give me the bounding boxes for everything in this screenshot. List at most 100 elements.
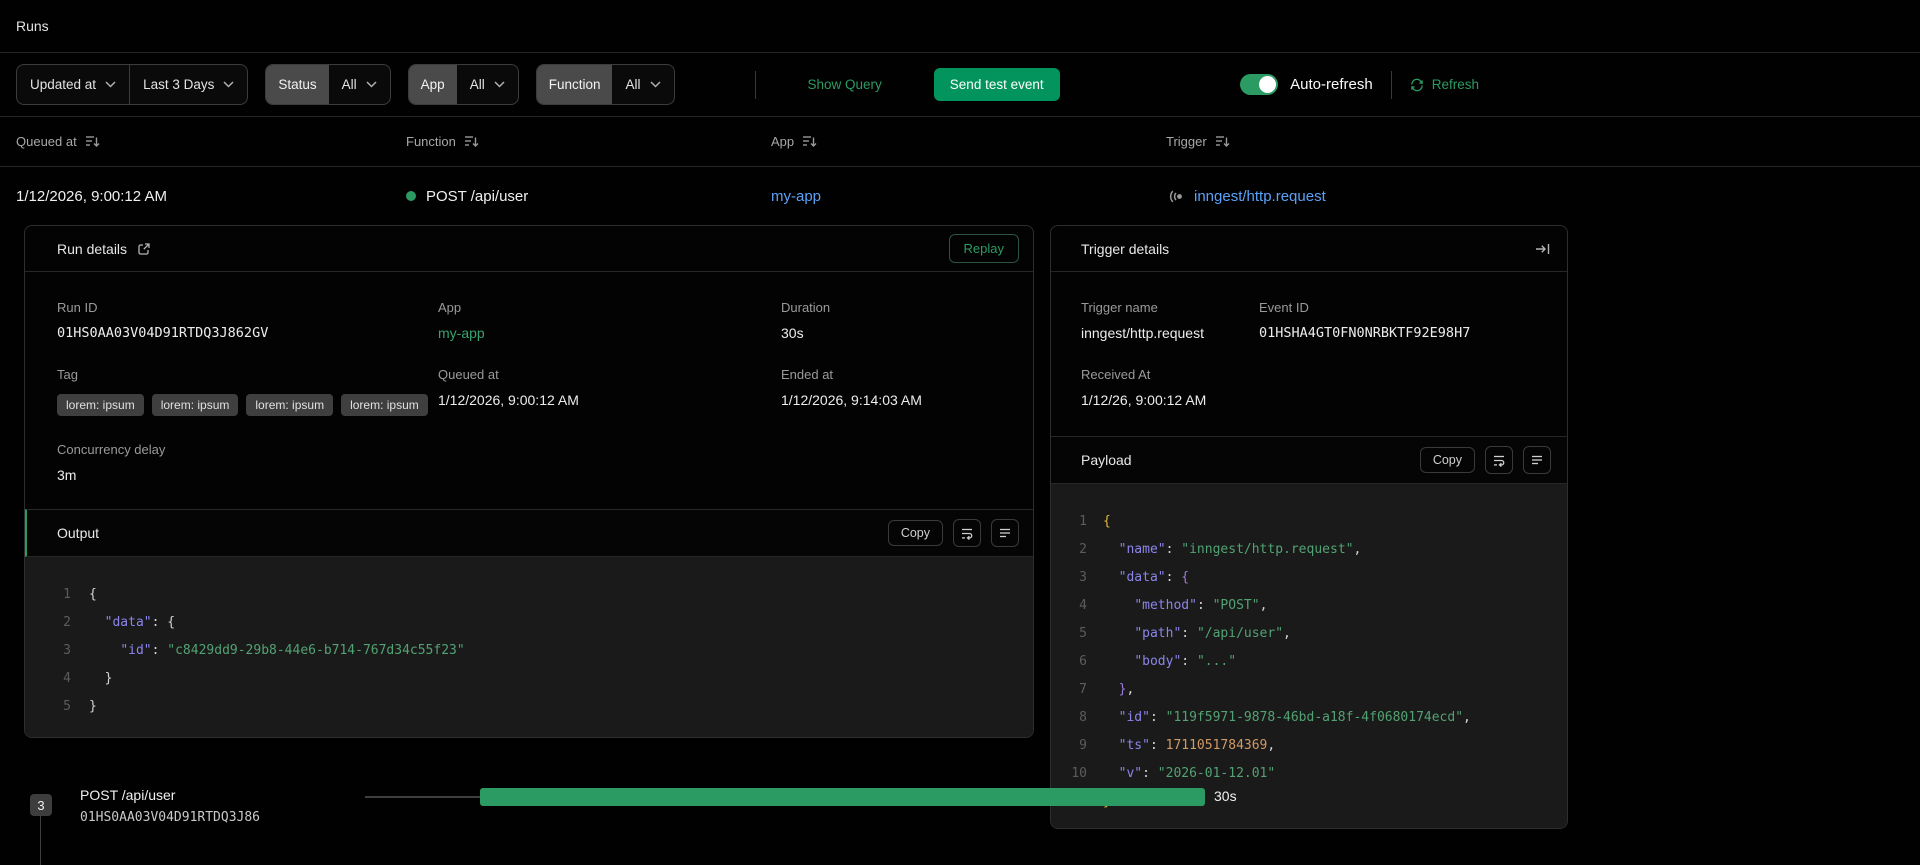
code-line: 8 "id": "119f5971-9878-46bd-a18f-4f06801… [1079,710,1471,725]
timeline-duration-bar[interactable] [480,788,1205,806]
col-header-function[interactable]: Function [406,134,771,149]
chevron-down-icon [494,81,505,88]
copy-payload-button[interactable]: Copy [1419,447,1475,473]
run-details-card: Run details Replay Run ID 01HS0AA03V04D9… [24,225,1034,738]
timeline-connector-line [365,796,480,798]
external-link-icon[interactable] [137,242,151,256]
field-event-id: Event ID 01HSHA4GT0FN0NRBKTF92E98H7 [1259,300,1537,341]
step-count-badge[interactable]: 3 [30,794,52,816]
field-ended-at: Ended at 1/12/2026, 9:14:03 AM [781,367,1001,416]
col-header-app[interactable]: App [771,134,1166,149]
code-line: 2 "data": { [63,615,176,630]
runs-table-header: Queued at Function App Trigger [0,117,1920,167]
chevron-down-icon [105,81,116,88]
col-label: Trigger [1166,134,1207,149]
chevron-down-icon [366,81,377,88]
refresh-label: Refresh [1431,77,1479,92]
code-line: 4 } [63,671,113,686]
run-details-header: Run details Replay [25,226,1033,272]
payload-title: Payload [1081,452,1132,468]
refresh-button[interactable]: Refresh [1410,77,1479,92]
app-filter-selected: All [469,77,485,92]
sort-icon [803,136,817,147]
field-queued-at: Queued at 1/12/2026, 9:00:12 AM [438,367,781,416]
code-line: 5} [63,699,97,714]
tag-chip: lorem: ipsum [57,394,144,416]
replay-button[interactable]: Replay [948,234,1019,263]
sort-field-label: Updated at [30,77,97,92]
code-line: 1{ [1079,514,1111,529]
field-label: Event ID [1259,300,1309,315]
col-label: Queued at [16,134,77,149]
main-content: Run details Replay Run ID 01HS0AA03V04D9… [0,225,1920,865]
output-title: Output [57,525,100,541]
word-wrap-button[interactable] [1485,446,1513,474]
run-app-cell: my-app [771,188,1166,205]
run-details-fields: Run ID 01HS0AA03V04D91RTDQ3J862GV App my… [25,272,1033,509]
sort-time-filter-group: Updated at Last 3 Days [16,64,249,105]
code-line: 4 "method": "POST", [1079,598,1268,613]
divider [1390,70,1392,99]
timeline-vertical-line [40,816,41,865]
code-line: 9 "ts": 1711051784369, [1079,738,1276,753]
field-label: Run ID [57,300,98,315]
word-wrap-button[interactable] [953,519,981,547]
trigger-link[interactable]: inngest/http.request [1194,188,1326,205]
run-function-cell[interactable]: POST /api/user [406,188,771,205]
output-section-bar: Output Copy [25,509,1033,557]
trigger-details-header: Trigger details [1051,226,1567,272]
time-range-label: Last 3 Days [143,77,215,92]
sort-field-dropdown[interactable]: Updated at [17,65,129,104]
status-filter-value[interactable]: All [329,65,390,104]
code-line: 6 "body": "..." [1079,654,1237,669]
payload-section-bar: Payload Copy [1051,436,1567,484]
sort-icon [464,136,479,147]
tag-chip: lorem: ipsum [246,394,334,416]
code-line: 5 "path": "/api/user", [1079,626,1291,641]
trigger-name-value: inngest/http.request [1081,325,1204,341]
col-header-queued-at[interactable]: Queued at [16,134,406,149]
align-left-button[interactable] [1523,446,1551,474]
auto-refresh-toggle[interactable] [1240,74,1279,95]
time-range-dropdown[interactable]: Last 3 Days [129,65,247,104]
copy-output-button[interactable]: Copy [887,520,943,546]
col-header-trigger[interactable]: Trigger [1166,134,1904,149]
duration-value: 30s [781,325,804,341]
field-label: Concurrency delay [57,442,166,457]
run-trigger-cell: inngest/http.request [1166,188,1904,205]
status-filter[interactable]: Status All [265,64,391,105]
refresh-cluster: Auto-refresh Refresh [1240,70,1479,99]
send-test-event-button[interactable]: Send test event [933,68,1060,101]
field-label: Received At [1081,367,1151,382]
run-row[interactable]: 1/12/2026, 9:00:12 AM POST /api/user my-… [0,167,1920,225]
app-link-green[interactable]: my-app [438,325,781,341]
code-line: 3 "data": { [1079,570,1190,585]
field-label: Duration [781,300,831,315]
field-received-at: Received At 1/12/26, 9:00:12 AM [1081,367,1537,408]
collapse-panel-icon[interactable] [1535,242,1551,256]
field-run-id: Run ID 01HS0AA03V04D91RTDQ3J862GV [57,300,438,341]
chevron-down-icon [223,81,234,88]
show-query-button[interactable]: Show Query [808,77,882,92]
app-link[interactable]: my-app [771,188,821,205]
code-line: 3 "id": "c8429dd9-29b8-44e6-b714-767d34c… [63,643,465,658]
trigger-details-title: Trigger details [1081,240,1170,257]
payload-code: 1{ 2 "name": "inngest/http.request", 3 "da… [1051,484,1567,828]
function-filter-value[interactable]: All [612,65,673,104]
sort-icon [85,136,100,147]
align-left-button[interactable] [991,519,1019,547]
field-label: Tag [57,367,78,382]
app-filter-value[interactable]: All [457,65,518,104]
code-line: 1{ [63,587,97,602]
ended-at-value: 1/12/2026, 9:14:03 AM [781,392,922,408]
divider [754,70,756,99]
function-filter[interactable]: Function All [535,64,675,105]
field-trigger-name: Trigger name inngest/http.request [1081,300,1259,341]
code-line: 2 "name": "inngest/http.request", [1079,542,1362,557]
field-label: Trigger name [1081,300,1158,315]
trigger-details-fields: Trigger name inngest/http.request Event … [1051,272,1567,436]
field-app: App my-app [438,300,781,341]
field-label: Queued at [438,367,499,382]
app-filter[interactable]: App All [407,64,519,105]
tag-chip: lorem: ipsum [341,394,428,416]
